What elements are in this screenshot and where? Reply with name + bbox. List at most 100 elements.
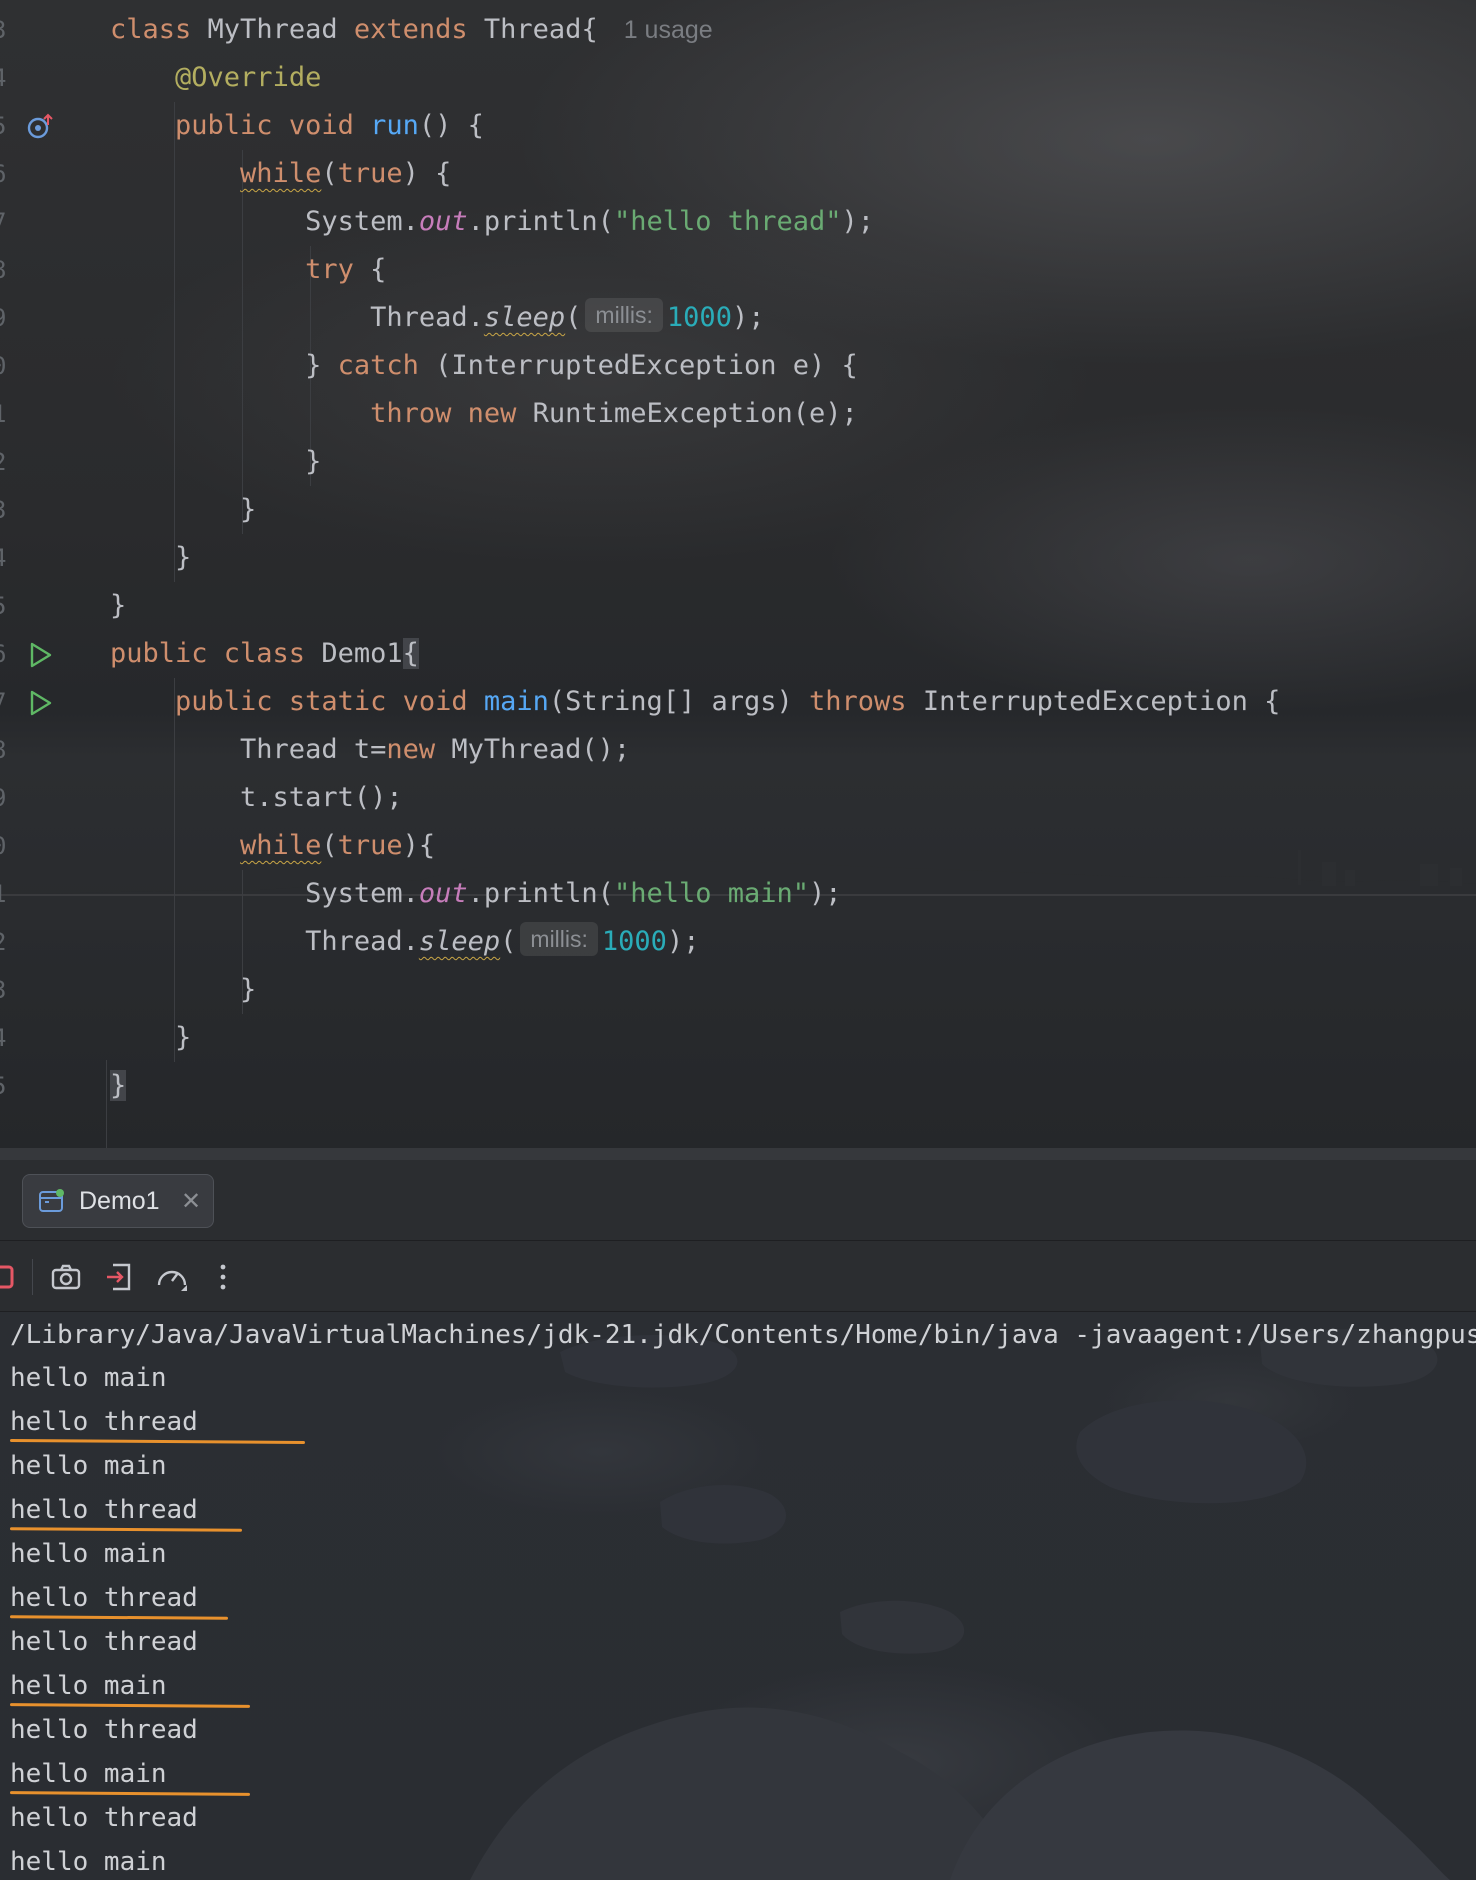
code-line[interactable]: 6 while(true) { <box>0 150 1476 198</box>
code-line[interactable]: 2 Thread.sleep(millis:1000); <box>0 918 1476 966</box>
console-line: hello thread <box>10 1407 198 1437</box>
code-token: () { <box>418 110 484 141</box>
more-vertical-icon[interactable] <box>207 1261 239 1293</box>
console-output[interactable]: /Library/Java/JavaVirtualMachines/jdk-21… <box>0 1312 1476 1880</box>
code-line[interactable]: 5 public void run() { <box>0 102 1476 150</box>
console-line: hello main <box>10 1759 167 1789</box>
code-token: true <box>337 830 403 861</box>
code-token: true <box>337 158 403 189</box>
code-line[interactable]: 0 } catch (InterruptedException e) { <box>0 342 1476 390</box>
console-line: hello thread <box>10 1803 198 1833</box>
code-token: while <box>240 830 322 861</box>
code-text: } catch (InterruptedException e) { <box>110 342 858 390</box>
profiler-gauge-icon[interactable] <box>155 1261 187 1293</box>
code-token: } <box>110 542 192 573</box>
code-token: (String[] args) <box>548 686 810 717</box>
code-token: Demo1 <box>321 638 403 669</box>
run-tab-demo1[interactable]: Demo1 ✕ <box>22 1174 214 1228</box>
code-line[interactable]: 6 public class Demo1{ <box>0 630 1476 678</box>
run-icon[interactable] <box>26 689 54 717</box>
code-line[interactable]: 5} <box>0 1062 1476 1110</box>
code-token: System. <box>110 206 419 237</box>
line-number: 2 <box>0 438 16 486</box>
code-line[interactable]: 1 System.out.println("hello main"); <box>0 870 1476 918</box>
code-token: ); <box>731 302 765 333</box>
code-text: } <box>110 1014 191 1062</box>
stop-icon[interactable] <box>0 1261 22 1293</box>
code-line[interactable]: 0 while(true){ <box>0 822 1476 870</box>
code-line[interactable]: 7 System.out.println("hello thread"); <box>0 198 1476 246</box>
code-token: ); <box>809 878 842 909</box>
line-number: 2 <box>0 918 16 966</box>
code-line[interactable]: 4 @Override <box>0 54 1476 102</box>
code-token: sleep <box>418 926 501 957</box>
code-line[interactable]: 1 throw new RuntimeException(e); <box>0 390 1476 438</box>
code-token: out <box>418 206 468 237</box>
override-marker-icon[interactable] <box>26 113 54 141</box>
code-token: public void <box>175 110 371 141</box>
code-line[interactable]: 4 } <box>0 534 1476 582</box>
line-number: 1 <box>0 870 16 918</box>
code-token: 1000 <box>666 302 732 333</box>
run-config-icon <box>39 1189 64 1212</box>
code-text: } <box>110 582 126 630</box>
code-line[interactable]: 9 t.start(); <box>0 774 1476 822</box>
line-number: 6 <box>0 150 16 198</box>
code-line[interactable]: 4 } <box>0 1014 1476 1062</box>
code-line[interactable]: 5} <box>0 582 1476 630</box>
run-icon[interactable] <box>26 641 54 669</box>
line-number: 5 <box>0 1062 16 1110</box>
code-token: ){ <box>402 830 436 861</box>
code-text: t.start(); <box>110 774 403 822</box>
code-text: @Override <box>110 54 321 102</box>
code-line[interactable]: 2 } <box>0 438 1476 486</box>
run-tab-label: Demo1 <box>79 1187 160 1215</box>
code-token: throws <box>809 686 923 717</box>
code-token: Thread t= <box>110 734 387 765</box>
code-token: ( <box>321 830 338 861</box>
code-token: public static void <box>175 686 484 717</box>
code-line[interactable]: 3 class MyThread extends Thread{1 usage <box>0 6 1476 54</box>
code-text: throw new RuntimeException(e); <box>110 390 858 438</box>
code-token: main <box>483 686 549 717</box>
code-line[interactable]: 3 } <box>0 486 1476 534</box>
code-token: try <box>305 254 354 285</box>
screenshot-camera-icon[interactable] <box>50 1261 82 1293</box>
code-line[interactable]: 7 public static void main(String[] args)… <box>0 678 1476 726</box>
line-number: 0 <box>0 342 16 390</box>
code-text: } <box>110 534 191 582</box>
parameter-hint: millis: <box>520 922 598 956</box>
code-token: ); <box>666 926 700 957</box>
usage-hint: 1 usage <box>623 16 713 44</box>
code-token: Thread. <box>110 302 484 333</box>
code-token: { <box>353 254 387 285</box>
exit-icon[interactable] <box>104 1261 136 1293</box>
line-number: 4 <box>0 54 16 102</box>
console-command-line: /Library/Java/JavaVirtualMachines/jdk-21… <box>10 1320 1476 1350</box>
code-line[interactable]: 8 Thread t=new MyThread(); <box>0 726 1476 774</box>
code-text: System.out.println("hello main"); <box>110 870 842 918</box>
code-token: } <box>110 1070 127 1101</box>
code-token: ); <box>841 206 875 237</box>
code-line[interactable]: 3 } <box>0 966 1476 1014</box>
console-line: hello thread <box>10 1495 198 1525</box>
line-number: 9 <box>0 774 16 822</box>
code-token: catch <box>337 350 419 381</box>
code-line[interactable]: 9 Thread.sleep(millis:1000); <box>0 294 1476 342</box>
code-token: out <box>418 878 468 909</box>
line-number: 8 <box>0 726 16 774</box>
panel-splitter[interactable] <box>0 1148 1476 1160</box>
line-number: 9 <box>0 294 16 342</box>
code-text: while(true) { <box>110 150 451 198</box>
run-toolbar <box>0 1241 1476 1312</box>
close-icon[interactable]: ✕ <box>181 1187 201 1216</box>
code-token: t.start(); <box>110 782 403 813</box>
code-text: Thread.sleep(millis: 1000); <box>110 918 699 966</box>
code-line[interactable]: 8 try { <box>0 246 1476 294</box>
code-token: new <box>386 734 452 765</box>
code-editor[interactable]: 3 class MyThread extends Thread{1 usage 4 … <box>0 0 1476 1148</box>
code-token: } <box>110 974 257 1005</box>
